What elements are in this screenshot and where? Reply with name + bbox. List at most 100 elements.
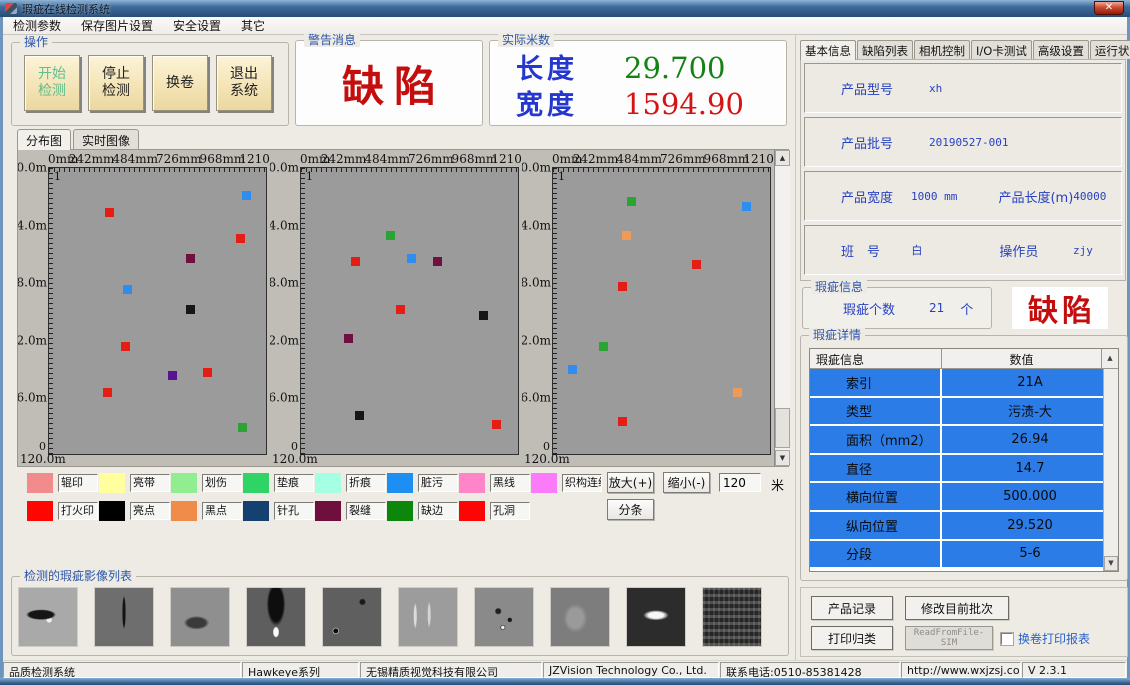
legend-color-swatch	[459, 473, 485, 493]
y-tick-label: 96.0m	[522, 391, 551, 405]
meters-group-title: 实际米数	[498, 33, 554, 47]
x-axis-labels: 0mm242mm484mm726mm968mm1210mm	[48, 152, 266, 166]
flaw-info-title: 瑕疵信息	[811, 280, 867, 294]
x-tick-label: 1210mm	[491, 152, 522, 166]
title-bar[interactable]: 瑕疵在线检测系统 ✕	[0, 0, 1130, 17]
scroll-down-icon[interactable]: ▼	[1104, 556, 1118, 571]
detail-row-label: 直径	[810, 455, 942, 482]
modify-batch-button[interactable]: 修改目前批次	[905, 596, 1009, 620]
defect-point	[186, 254, 195, 263]
product-batch-value: 20190527-001	[929, 136, 1039, 149]
status-segment-2: Hawkeye系列	[242, 662, 359, 678]
detail-row[interactable]: 纵向位置29.520	[810, 512, 1118, 541]
detail-header-name: 瑕疵信息	[810, 349, 942, 368]
info-tab-3[interactable]: 相机控制	[914, 40, 970, 59]
shift-label: 班 号	[841, 241, 911, 260]
print-sort-button[interactable]: 打印归类	[811, 626, 893, 650]
menu-item-1[interactable]: 检测参数	[3, 17, 71, 35]
y-axis-bottom-label: 120.0m	[20, 452, 66, 466]
defect-thumbnail-7[interactable]	[474, 587, 534, 647]
stop-detect-button[interactable]: 停止 检测	[88, 55, 144, 111]
scroll-thumb[interactable]	[775, 408, 790, 448]
info-tab-1[interactable]: 基本信息	[800, 40, 856, 60]
x-tick-label: 484mm	[616, 152, 662, 166]
menu-item-2[interactable]: 保存图片设置	[71, 17, 163, 35]
basic-info-panel: 产品型号 xh 产品批号 20190527-001 产品宽度 1000 mm 产…	[800, 59, 1126, 281]
print-report-checkbox[interactable]	[1001, 633, 1013, 645]
legend-label: 裂缝	[346, 502, 386, 520]
defect-thumbnail-3[interactable]	[170, 587, 230, 647]
plot-zoom-controls: 放大(+) 缩小(-) 米 分条	[607, 471, 789, 523]
plot-1: 0mm242mm484mm726mm968mm1210mm0.0m24.0m48…	[18, 150, 270, 466]
info-tab-5[interactable]: 高级设置	[1033, 40, 1089, 59]
info-tab-2[interactable]: 缺陷列表	[857, 40, 913, 59]
x-tick-label: 1210mm	[743, 152, 774, 166]
defect-thumbnail-6[interactable]	[398, 587, 458, 647]
plot-surface-1[interactable]: 1	[48, 167, 267, 455]
legend-color-swatch	[99, 473, 125, 493]
legend-color-swatch	[315, 473, 341, 493]
split-strip-button[interactable]: 分条	[607, 499, 654, 520]
scroll-up-icon[interactable]: ▲	[775, 150, 790, 166]
exit-system-button[interactable]: 退出 系统	[216, 55, 272, 111]
change-roll-button[interactable]: 换卷	[152, 55, 208, 111]
operator-value: zjy	[1073, 244, 1121, 257]
info-tab-6[interactable]: 运行状态信息	[1090, 40, 1130, 59]
defect-thumbnail-1[interactable]	[18, 587, 78, 647]
status-segment-4: JZVision Technology Co., Ltd.	[543, 662, 719, 678]
defect-point	[351, 257, 360, 266]
read-from-file-button[interactable]: ReadFromFile-SIM	[905, 626, 993, 650]
detail-row[interactable]: 直径14.7	[810, 455, 1118, 484]
defect-point	[344, 334, 353, 343]
menu-item-4[interactable]: 其它	[231, 17, 275, 35]
app-window: 瑕疵在线检测系统 ✕ 检测参数保存图片设置安全设置其它 操作 开始 检测停止 检…	[0, 0, 1130, 685]
defect-thumbnail-2[interactable]	[94, 587, 154, 647]
detail-row[interactable]: 横向位置500.000	[810, 483, 1118, 512]
detail-row[interactable]: 面积（mm2）26.94	[810, 426, 1118, 455]
product-length-value: 40000	[1073, 190, 1121, 203]
product-record-button[interactable]: 产品记录	[811, 596, 893, 620]
detail-row-label: 面积（mm2）	[810, 426, 942, 453]
defect-point	[433, 257, 442, 266]
menu-item-3[interactable]: 安全设置	[163, 17, 231, 35]
detail-scrollbar[interactable]: ▼	[1103, 369, 1118, 571]
legend-label: 打火印	[58, 502, 98, 520]
zoom-out-button[interactable]: 缩小(-)	[663, 472, 710, 493]
defect-thumbnail-10[interactable]	[702, 587, 762, 647]
legend-color-swatch	[387, 473, 413, 493]
defect-type-legend: 辊印亮带划伤垫痕折痕脏污黑线织构连续打火印亮点黑点针孔裂缝缺边孔洞	[27, 471, 605, 523]
defect-thumbnail-5[interactable]	[322, 587, 382, 647]
actions-panel: 产品记录 修改目前批次 打印归类 ReadFromFile-SIM 换卷打印报表	[800, 587, 1128, 657]
defect-point	[742, 202, 751, 211]
defect-thumbnail-9[interactable]	[626, 587, 686, 647]
defect-thumbnail-8[interactable]	[550, 587, 610, 647]
legend-item: 亮带	[99, 471, 171, 495]
plot-surface-2[interactable]: 1	[300, 167, 519, 455]
detail-row[interactable]: 类型污渍-大	[810, 398, 1118, 427]
y-axis-bottom-label: 120.0m	[272, 452, 318, 466]
meter-label: 长度	[516, 47, 624, 86]
scale-meters-input[interactable]	[719, 473, 761, 492]
y-tick-label: 48.0m	[522, 276, 551, 290]
scroll-down-icon[interactable]: ▼	[775, 450, 790, 466]
view-tab-1[interactable]: 分布图	[17, 129, 71, 150]
view-tab-2[interactable]: 实时图像	[73, 129, 139, 149]
legend-color-swatch	[459, 501, 485, 521]
detail-row[interactable]: 索引21A	[810, 369, 1118, 398]
start-detect-button[interactable]: 开始 检测	[24, 55, 80, 111]
scroll-up-icon[interactable]: ▲	[1101, 349, 1118, 368]
defect-thumbnail-4[interactable]	[246, 587, 306, 647]
operator-label: 操作员	[999, 241, 1073, 260]
plot-surface-3[interactable]: 1	[552, 167, 771, 455]
zoom-in-button[interactable]: 放大(+)	[607, 472, 654, 493]
product-length-label: 产品长度(m)	[998, 187, 1073, 206]
legend-color-swatch	[27, 501, 53, 521]
close-button[interactable]: ✕	[1094, 1, 1124, 15]
detail-row[interactable]: 分段5-6	[810, 541, 1118, 570]
info-tab-4[interactable]: I/O卡测试	[971, 40, 1032, 59]
product-size-row: 产品宽度 1000 mm 产品长度(m) 40000	[804, 171, 1122, 221]
detail-row-value: 14.7	[942, 455, 1118, 482]
y-tick-label: 72.0m	[522, 333, 551, 347]
plot-scrollbar[interactable]: ▲▼	[774, 150, 790, 466]
y-tick-label: 48.0m	[18, 276, 47, 290]
